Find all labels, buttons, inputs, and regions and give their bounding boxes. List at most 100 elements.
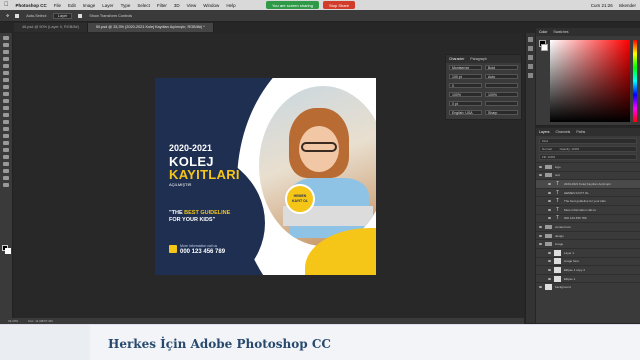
stamp-tool-icon[interactable] [3,99,9,103]
tab-doc-50[interactable]: 50.psd @ 33,3% (2020-2021 Kolej Kayıtlar… [87,23,214,32]
healing-tool-icon[interactable] [3,85,9,89]
apple-icon[interactable]:  [4,2,9,8]
layer-row[interactable]: T HEMEN KAYIT OL [536,187,640,197]
brush-tool-icon[interactable] [3,92,9,96]
layer-row[interactable]: T 000 123 456 789 [536,213,640,223]
more-tools-icon[interactable] [3,183,9,187]
tracking-field[interactable]: 0 [449,83,482,88]
document-canvas[interactable]: LOGO 2020-2021 KOLEJ KAYITLARI AÇILMIŞTI… [155,78,376,275]
menu-type[interactable]: Type [121,3,131,8]
visibility-eye-icon[interactable] [548,260,551,263]
layer-row[interactable]: logo [536,162,640,171]
visibility-eye-icon[interactable] [539,165,542,168]
text-color-field[interactable] [485,101,518,106]
history-brush-tool-icon[interactable] [3,106,9,110]
visibility-eye-icon[interactable] [539,234,542,237]
properties-panel-icon[interactable] [528,46,533,51]
tab-color[interactable]: Color [539,30,547,34]
blend-mode-select[interactable]: Normal [542,147,552,151]
visibility-eye-icon[interactable] [548,200,551,203]
layer-filter[interactable]: Kind [539,138,637,144]
layer-row[interactable]: image here [536,256,640,266]
background-color-swatch[interactable] [5,248,11,254]
hue-slider[interactable] [633,40,637,122]
visibility-eye-icon[interactable] [548,191,551,194]
visibility-eye-icon[interactable] [548,268,551,271]
layer-row[interactable]: image [536,239,640,248]
font-style-select[interactable]: Bold [485,65,518,70]
shape-tool-icon[interactable] [3,162,9,166]
frame-tool-icon[interactable] [3,71,9,75]
tab-doc-46[interactable]: 46.psd @ 50% (Layer 0, RGB/8#) [14,23,88,32]
opacity-field[interactable]: Opacity: 100% [560,147,580,151]
vertical-scale-field[interactable]: 100% [449,92,482,97]
kerning-field[interactable] [485,83,518,88]
baseline-shift-field[interactable]: 0 pt [449,101,482,106]
tab-paths[interactable]: Paths [576,130,585,134]
adjustments-panel-icon[interactable] [528,55,533,60]
layer-row[interactable]: Ellipse 1 copy 2 [536,265,640,274]
visibility-eye-icon[interactable] [548,208,551,211]
layer-row[interactable]: T 2020-2021 Kolej Kayıtları Açılmıştır [536,179,640,188]
eraser-tool-icon[interactable] [3,113,9,117]
tab-channels[interactable]: Channels [556,130,571,134]
layer-row[interactable]: design [536,230,640,240]
color-panel-background[interactable] [541,44,548,51]
gradient-tool-icon[interactable] [3,120,9,124]
visibility-eye-icon[interactable] [548,277,551,280]
character-panel-icon[interactable] [528,64,533,69]
language-select[interactable]: English: USA [449,110,482,115]
blur-tool-icon[interactable] [3,127,9,131]
leading-field[interactable]: Auto [485,74,518,79]
layer-row[interactable]: T More information call us [536,204,640,214]
stop-share-button[interactable]: Stop Share [323,1,356,9]
pen-tool-icon[interactable] [3,141,9,145]
eyedropper-tool-icon[interactable] [3,78,9,82]
tab-swatches[interactable]: Swatches [553,30,568,34]
visibility-eye-icon[interactable] [539,286,542,289]
auto-select-checkbox[interactable] [15,13,20,18]
menu-filter[interactable]: Filter [157,3,167,8]
tab-character[interactable]: Character [449,57,464,61]
hand-tool-icon[interactable] [3,169,9,173]
layer-row[interactable]: text [536,170,640,180]
color-picker-field[interactable] [550,40,630,122]
move-tool-icon[interactable]: ✥ [6,13,9,18]
tab-paragraph[interactable]: Paragraph [470,57,486,61]
tab-layers[interactable]: Layers [539,130,550,134]
visibility-eye-icon[interactable] [539,243,542,246]
fill-field[interactable]: Fill: 100% [542,155,555,159]
visibility-eye-icon[interactable] [539,174,542,177]
marquee-tool-icon[interactable] [3,43,9,47]
auto-select-dropdown[interactable]: Layer [52,12,73,19]
paragraph-panel-icon[interactable] [528,73,533,78]
menu-file[interactable]: File [54,3,61,8]
path-select-tool-icon[interactable] [3,155,9,159]
menubar-user[interactable]: Iskender [619,3,636,8]
visibility-eye-icon[interactable] [548,251,551,254]
antialias-select[interactable]: Sharp [485,110,518,115]
menu-app-name[interactable]: Photoshop CC [16,3,47,8]
kind-filter[interactable]: Kind [542,139,548,143]
font-family-select[interactable]: Montserrat [449,65,482,70]
menu-3d[interactable]: 3D [174,3,180,8]
quick-select-tool-icon[interactable] [3,57,9,61]
horizontal-scale-field[interactable]: 100% [485,92,518,97]
layer-row[interactable]: contact icon [536,222,640,231]
history-panel-icon[interactable] [528,37,533,42]
layer-row[interactable]: Ellipse 1 [536,273,640,283]
visibility-eye-icon[interactable] [548,217,551,220]
layer-row[interactable]: background [536,282,640,291]
menu-window[interactable]: Window [203,3,219,8]
menu-help[interactable]: Help [226,3,235,8]
layer-row[interactable]: T The best guideline for your kids [536,196,640,205]
visibility-eye-icon[interactable] [548,182,551,185]
move-tool-icon[interactable] [3,36,9,40]
menu-layer[interactable]: Layer [102,3,113,8]
visibility-eye-icon[interactable] [539,225,542,228]
menu-select[interactable]: Select [137,3,150,8]
lasso-tool-icon[interactable] [3,50,9,54]
type-tool-icon[interactable] [3,148,9,152]
dodge-tool-icon[interactable] [3,134,9,138]
menu-image[interactable]: Image [83,3,96,8]
